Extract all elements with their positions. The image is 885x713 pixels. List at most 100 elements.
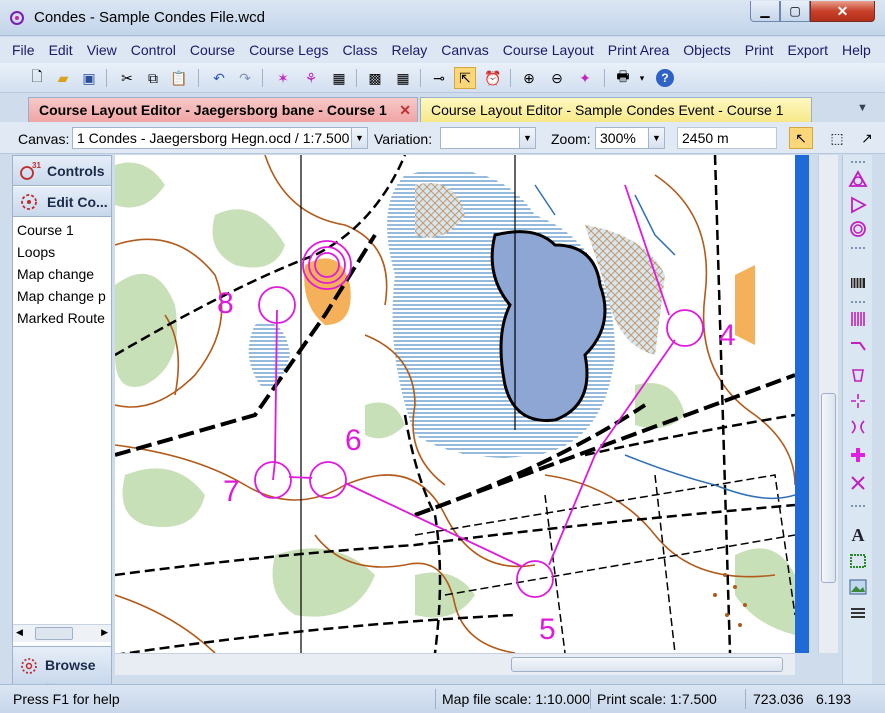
legend-tool[interactable] [846,601,870,625]
control-tool-button[interactable]: ✶ [272,67,294,89]
description-tool[interactable] [846,271,870,295]
menu-course-legs[interactable]: Course Legs [249,42,328,58]
scroll-thumb[interactable] [511,657,783,672]
hatch-area-icon [851,312,865,326]
zoom-in-button[interactable]: ⊕ [518,67,540,89]
course-list: Course 1 Loops Map change Map change p M… [15,220,111,330]
menu-view[interactable]: View [87,42,117,58]
menu-relay[interactable]: Relay [391,42,427,58]
menu-print[interactable]: Print [745,42,774,58]
status-map-scale: Map file scale: 1:10.000 [442,691,590,707]
tab-sample-course-1[interactable]: Course Layout Editor - Sample Condes Eve… [420,97,812,122]
circle-tool[interactable] [846,217,870,241]
rectangle-tool[interactable] [846,549,870,573]
list-item[interactable]: Course 1 [15,220,111,242]
first-aid-tool[interactable] [846,443,870,467]
menu-control[interactable]: Control [131,42,176,58]
list-item[interactable]: Map change [15,264,111,286]
condes-app-icon [10,11,24,25]
browse-icon [21,658,37,674]
triangle-tool[interactable] [846,193,870,217]
menu-objects[interactable]: Objects [683,42,730,58]
menu-course[interactable]: Course [190,42,235,58]
zoom-fit-button[interactable]: ✦ [574,67,596,89]
close-button[interactable]: ✕ [810,1,875,22]
zoom-select[interactable]: 300% ▼ [595,127,665,149]
scroll-right-icon[interactable]: ▶ [101,627,108,638]
paste-button[interactable]: 📋 [168,67,190,89]
new-file-button[interactable]: 🗋 [26,67,48,89]
alarm-button[interactable]: ⏰ [482,67,504,89]
grid-light-button[interactable]: ▦ [392,67,414,89]
start-triangle-tool[interactable] [846,167,870,191]
controls-panel-button[interactable]: 31 Controls [13,156,111,186]
course-tool-button[interactable]: ⚘ [300,67,322,89]
list-item[interactable]: Marked Route [15,308,111,330]
orienteering-map[interactable]: 8 7 6 5 4 [115,155,795,653]
toolbar-separator [262,69,263,87]
menu-class[interactable]: Class [342,42,377,58]
toolbar-separator [198,69,199,87]
menu-canvas[interactable]: Canvas [441,42,488,58]
control-number-7: 7 [223,475,240,508]
document-tabs: Course Layout Editor - Jaegersborg bane … [0,94,885,122]
map-vertical-scrollbar[interactable] [818,155,838,653]
menu-file[interactable]: File [12,42,35,58]
paste-icon: 📋 [170,69,188,86]
menu-export[interactable]: Export [788,42,828,58]
browse-panel-button[interactable]: Browse ... [13,646,111,689]
line-tool[interactable] [846,335,870,359]
image-tool[interactable] [846,575,870,599]
variation-select[interactable]: ▼ [440,127,536,149]
minimize-button[interactable]: ▁ [750,1,780,22]
cut-button[interactable]: ✂ [116,67,138,89]
maximize-button[interactable]: ▢ [780,1,810,22]
tab-jaegersborg-course-1[interactable]: Course Layout Editor - Jaegersborg bane … [28,97,418,122]
text-tool[interactable]: A [846,523,870,547]
zoom-out-button[interactable]: ⊖ [546,67,568,89]
cross-tool[interactable] [846,471,870,495]
map-horizontal-scrollbar[interactable] [115,653,795,675]
undo-button[interactable]: ↶ [208,67,230,89]
print-button[interactable]: 🖶 [612,67,634,89]
scroll-left-icon[interactable]: ◀ [16,627,23,638]
scroll-thumb[interactable] [35,627,73,640]
left-panel-scrollbar[interactable]: ◀ ▶ [13,624,111,642]
grid-dark-button[interactable]: ▩ [364,67,386,89]
edit-courses-panel-button[interactable]: Edit Co... [13,187,111,217]
crosspoint-tool[interactable] [846,389,870,413]
scroll-thumb[interactable] [821,393,836,583]
copy-button[interactable]: ⧉ [142,67,164,89]
list-item[interactable]: Loops [15,242,111,264]
menu-course-layout[interactable]: Course Layout [503,42,594,58]
crossing-tool[interactable] [846,363,870,387]
help-button[interactable]: ? [654,67,676,89]
menu-print-area[interactable]: Print Area [608,42,669,58]
tab-list-chevron-icon[interactable]: ▼ [857,102,868,114]
controls-icon: 31 [20,161,41,180]
menu-help[interactable]: Help [842,42,871,58]
forbidden-area-tool[interactable] [846,307,870,331]
crossing-point-tool[interactable] [846,415,870,439]
descriptions-button[interactable]: ▦ [328,67,350,89]
canvas-select[interactable]: 1 Condes - Jaegersborg Hegn.ocd / 1:7.50… [72,127,368,149]
status-divider [590,689,591,709]
key-button[interactable]: ⊸ [428,67,450,89]
select-mode-button[interactable]: ⇱ [454,67,476,89]
select-lasso-button[interactable]: ↗ [855,127,879,149]
list-item[interactable]: Map change p [15,286,111,308]
save-button[interactable]: ▣ [78,67,100,89]
key-icon: ⊸ [433,69,445,86]
tab-close-icon[interactable]: ✕ [399,102,411,119]
control-circle [666,309,704,347]
select-rect-button[interactable]: ⬚ [825,127,849,149]
copy-icon: ⧉ [148,69,158,86]
menu-edit[interactable]: Edit [49,42,73,58]
select-arrow-button[interactable]: ↖ [789,127,813,149]
redo-button[interactable]: ↷ [234,67,256,89]
description-sheet-icon: ▦ [332,69,346,86]
print-dropdown-button[interactable]: ▾ [636,67,648,89]
map-canvas[interactable]: 8 7 6 5 4 [115,155,795,653]
distance-value: 2450 m [682,130,729,146]
open-file-button[interactable]: ▰ [52,67,74,89]
